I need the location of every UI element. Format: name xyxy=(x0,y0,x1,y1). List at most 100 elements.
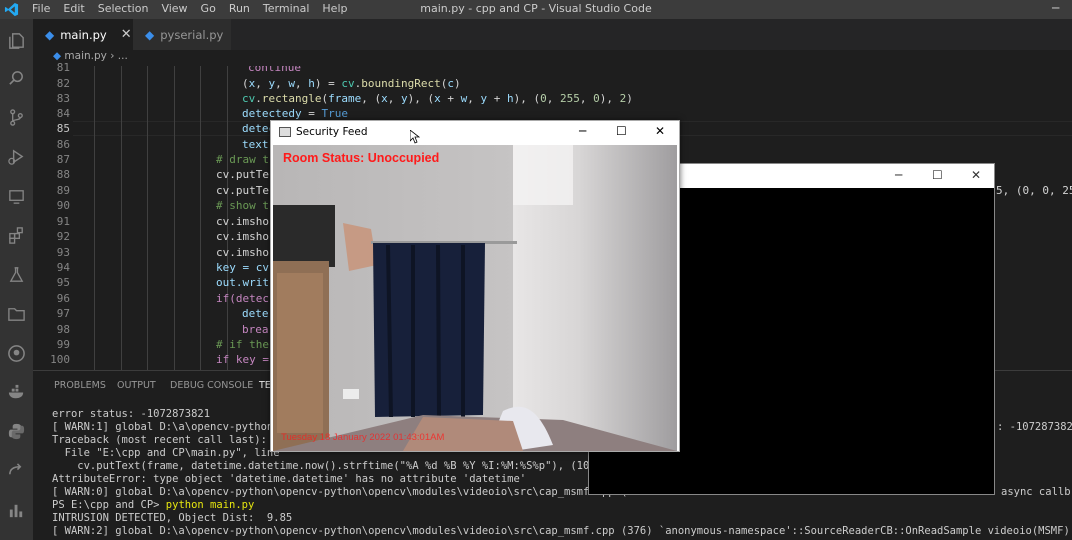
line-number: 91 xyxy=(56,215,70,228)
line-number: 87 xyxy=(56,153,70,166)
minimize-icon[interactable]: ─ xyxy=(895,168,902,182)
code-comment: # draw t xyxy=(216,153,269,166)
breadcrumb-ellipsis[interactable]: ... xyxy=(118,50,128,62)
code-line: cv.putTe xyxy=(216,184,269,197)
indent-guide xyxy=(200,66,201,370)
timestamp-overlay: Tuesday 18 January 2022 01:43:01AM xyxy=(281,432,445,443)
live-share-icon[interactable] xyxy=(7,461,26,480)
maximize-icon[interactable]: ☐ xyxy=(932,168,943,182)
github-icon[interactable] xyxy=(7,344,26,363)
line-number: 92 xyxy=(56,230,70,243)
app-icon xyxy=(279,127,291,137)
code-line: out.writ xyxy=(216,276,269,289)
title-bar: File Edit Selection View Go Run Terminal… xyxy=(0,0,1072,19)
window-title-bar[interactable]: Security Feed ─ ☐ ✕ xyxy=(271,121,679,144)
line-number: 94 xyxy=(56,261,70,274)
tab-output[interactable]: OUTPUT xyxy=(117,380,156,391)
editor-tab-bar: ◆ main.py ✕ ◆ pyserial.py xyxy=(33,19,1072,50)
terminal-line-fragment: async callb xyxy=(1001,486,1071,498)
mouse-cursor-icon xyxy=(410,130,420,144)
window-title: main.py - cpp and CP - Visual Studio Cod… xyxy=(420,2,652,15)
code-line: key = cv xyxy=(216,261,269,274)
line-number: 83 xyxy=(56,92,70,105)
code-line: text xyxy=(242,138,269,151)
indent-guide xyxy=(94,66,95,370)
line-number: 100 xyxy=(50,353,70,366)
code-comment: # if the xyxy=(216,338,269,351)
line-number: 95 xyxy=(56,276,70,289)
gutter: 81 82 83 84 85 86 87 88 89 90 91 92 93 9… xyxy=(33,61,73,370)
close-icon[interactable]: ✕ xyxy=(971,168,981,182)
testing-flask-icon[interactable] xyxy=(7,265,26,284)
code-line-fragment: 5, (0, 0, 255 xyxy=(996,184,1072,197)
python-file-icon: ◆ xyxy=(45,27,55,42)
code-line: if(detec xyxy=(216,292,269,305)
indent-guide xyxy=(174,66,175,370)
terminal-prompt-line: PS E:\cpp and CP> python main.py xyxy=(52,499,1072,511)
extensions-icon[interactable] xyxy=(7,226,26,245)
tab-label: main.py xyxy=(60,27,107,42)
camera-feed: Room Status: Unoccupied Tuesday 18 Janua… xyxy=(273,145,677,451)
code-line: dete xyxy=(242,307,269,320)
remote-explorer-icon[interactable] xyxy=(7,187,26,206)
code-line: detectedy = True xyxy=(242,107,348,120)
breadcrumb: ◆ main.py › ... xyxy=(33,50,1072,66)
activity-bar xyxy=(0,19,33,540)
security-feed-window[interactable]: Security Feed ─ ☐ ✕ Room Status: Unoccup… xyxy=(270,120,680,452)
run-debug-icon[interactable] xyxy=(7,147,26,166)
code-line: continue xyxy=(248,66,301,74)
explorer-icon[interactable] xyxy=(7,31,26,50)
terminal-command: python main.py xyxy=(165,499,255,511)
line-number: 82 xyxy=(56,77,70,90)
code-line: cv.rectangle(frame, (x, y), (x + w, y + … xyxy=(242,92,633,105)
terminal-line: [ WARN:2] global D:\a\opencv-python\open… xyxy=(52,525,1072,537)
room-status-overlay: Room Status: Unoccupied xyxy=(283,151,440,165)
code-comment: # show t xyxy=(216,199,269,212)
code-line: cv.imsho xyxy=(216,246,269,259)
line-number: 93 xyxy=(56,246,70,259)
tab-main-py[interactable]: ◆ main.py ✕ xyxy=(33,19,133,50)
screen: File Edit Selection View Go Run Terminal… xyxy=(0,0,1072,540)
window-title: Security Feed xyxy=(296,126,368,138)
code-line: (x, y, w, h) = cv.boundingRect(c) xyxy=(242,77,461,90)
tab-label: pyserial.py xyxy=(160,27,224,42)
indent-guide xyxy=(121,66,122,370)
close-icon[interactable]: ✕ xyxy=(655,124,665,138)
breadcrumb-file[interactable]: main.py xyxy=(64,50,106,62)
camera-frame-image xyxy=(273,145,677,451)
source-control-icon[interactable] xyxy=(7,108,26,127)
code-line: cv.imsho xyxy=(216,215,269,228)
tab-problems[interactable]: PROBLEMS xyxy=(54,380,106,391)
line-number: 90 xyxy=(56,199,70,212)
code-line: cv.putTe xyxy=(216,168,269,181)
chevron-right-icon: › xyxy=(110,50,118,62)
line-number: 86 xyxy=(56,138,70,151)
line-number: 99 xyxy=(56,338,70,351)
close-icon[interactable]: ✕ xyxy=(121,27,132,42)
code-line: if key = xyxy=(216,353,269,366)
minimize-icon[interactable]: ─ xyxy=(579,124,586,138)
code-line: brea xyxy=(242,323,269,336)
line-number: 97 xyxy=(56,307,70,320)
docker-icon[interactable] xyxy=(7,383,26,402)
search-icon[interactable] xyxy=(7,69,26,88)
folder-icon[interactable] xyxy=(7,304,26,323)
python-file-icon: ◆ xyxy=(145,27,155,42)
tab-pyserial-py[interactable]: ◆ pyserial.py xyxy=(133,19,231,50)
line-number: 84 xyxy=(56,107,70,120)
line-number: 88 xyxy=(56,168,70,181)
python-icon[interactable] xyxy=(7,422,26,441)
terminal-line-fragment: : -1072873821 xyxy=(997,421,1072,433)
line-number: 98 xyxy=(56,323,70,336)
tab-debug-console[interactable]: DEBUG CONSOLE xyxy=(170,380,253,391)
stats-icon[interactable] xyxy=(7,501,26,520)
maximize-icon[interactable]: ☐ xyxy=(616,124,627,138)
terminal-prompt: PS E:\cpp and CP> xyxy=(52,499,166,511)
line-number: 96 xyxy=(56,292,70,305)
line-number: 81 xyxy=(56,61,70,74)
code-line: cv.imsho xyxy=(216,230,269,243)
line-number: 89 xyxy=(56,184,70,197)
minimize-icon[interactable]: ─ xyxy=(1052,1,1059,15)
indent-guide xyxy=(147,66,148,370)
line-number-current: 85 xyxy=(56,122,70,135)
